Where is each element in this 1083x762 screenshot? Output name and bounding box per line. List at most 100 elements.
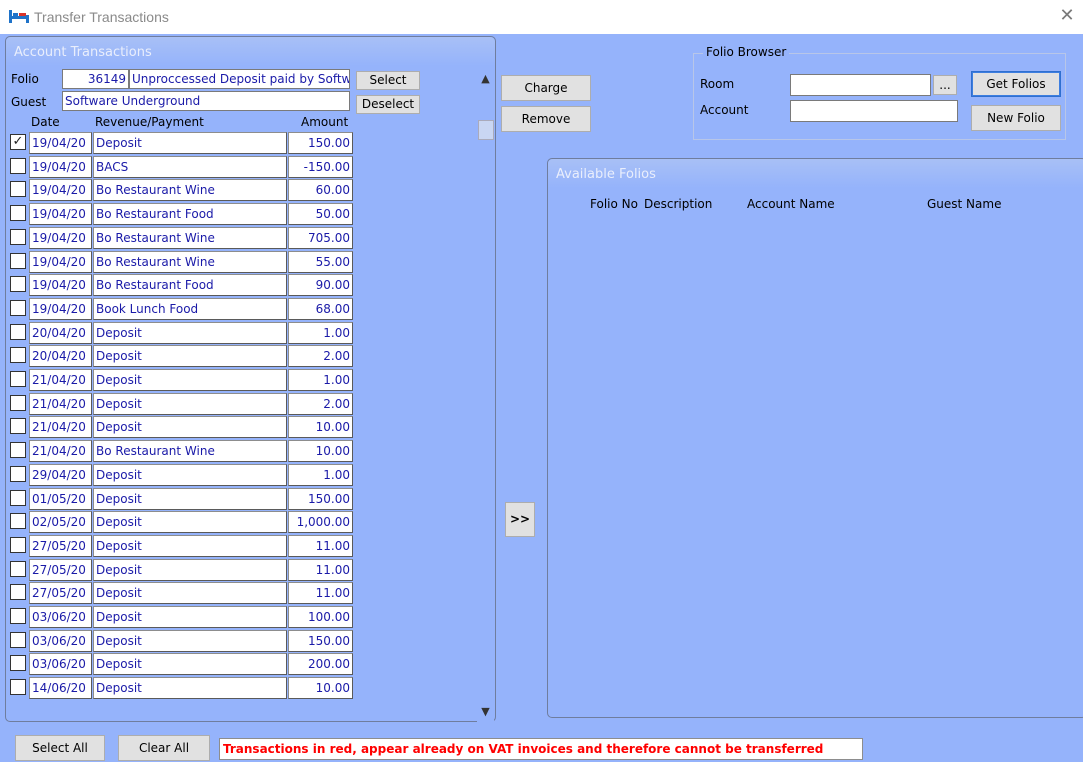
account-label: Account — [700, 103, 749, 117]
table-row[interactable]: 19/04/20 BACS -150.00 — [8, 155, 353, 179]
table-row[interactable]: 19/04/20 Bo Restaurant Food 50.00 — [8, 203, 353, 226]
row-date: 20/04/20 — [29, 321, 92, 344]
table-row[interactable]: 21/04/20 Deposit 2.00 — [8, 392, 353, 416]
column-header-date: Date — [31, 115, 60, 129]
new-folio-button[interactable]: New Folio — [971, 105, 1061, 131]
row-description: Bo Restaurant Wine — [93, 440, 287, 463]
table-row[interactable]: 27/05/20 Deposit 11.00 — [8, 558, 353, 582]
row-checkbox[interactable] — [10, 465, 26, 482]
row-checkbox[interactable] — [10, 608, 26, 624]
row-date: 19/04/20 — [29, 179, 92, 202]
row-description: Bo Restaurant Food — [93, 203, 287, 226]
row-checkbox[interactable] — [10, 442, 26, 459]
column-header-amount: Amount — [301, 115, 349, 129]
table-row[interactable]: 19/04/20 Bo Restaurant Wine 55.00 — [8, 250, 353, 274]
column-header-folio-no: Folio No — [590, 197, 638, 211]
deselect-button[interactable]: Deselect — [356, 95, 420, 114]
row-checkbox[interactable] — [10, 205, 26, 222]
table-row[interactable]: 21/04/20 Deposit 1.00 — [8, 369, 353, 392]
row-checkbox[interactable] — [10, 323, 26, 340]
row-amount: 68.00 — [288, 297, 353, 320]
row-description: Deposit — [93, 132, 287, 154]
row-description: BACS — [93, 155, 287, 178]
column-header-description: Description — [644, 197, 713, 211]
table-row[interactable]: 19/04/20 Bo Restaurant Wine 60.00 — [8, 179, 353, 202]
row-checkbox[interactable] — [10, 418, 26, 435]
row-checkbox[interactable]: ✓ — [10, 134, 26, 150]
row-checkbox[interactable] — [10, 228, 26, 245]
table-row[interactable]: 29/04/20 Deposit 1.00 — [8, 463, 353, 487]
row-checkbox[interactable] — [10, 584, 26, 601]
row-amount: 60.00 — [288, 179, 353, 202]
row-date: 21/04/20 — [29, 392, 92, 415]
row-checkbox[interactable] — [10, 299, 26, 316]
row-date: 03/06/20 — [29, 629, 92, 652]
table-row[interactable]: 20/04/20 Deposit 2.00 — [8, 345, 353, 368]
table-row[interactable]: 03/06/20 Deposit 200.00 — [8, 653, 353, 676]
row-date: 29/04/20 — [29, 463, 92, 486]
row-checkbox[interactable] — [10, 655, 26, 672]
table-row[interactable]: 21/04/20 Bo Restaurant Wine 10.00 — [8, 440, 353, 463]
select-button[interactable]: Select — [356, 71, 420, 90]
table-row[interactable]: 20/04/20 Deposit 1.00 — [8, 321, 353, 345]
row-amount: 200.00 — [288, 653, 353, 676]
room-input[interactable] — [790, 74, 931, 96]
guest-name-field: Software Underground — [62, 91, 350, 111]
table-row[interactable]: 19/04/20 Bo Restaurant Wine 705.00 — [8, 226, 353, 250]
row-date: 21/04/20 — [29, 369, 92, 391]
row-date: 03/06/20 — [29, 653, 92, 676]
column-header-account-name: Account Name — [747, 197, 835, 211]
table-row[interactable]: 27/05/20 Deposit 11.00 — [8, 582, 353, 605]
vertical-scrollbar[interactable]: ▲ ▼ — [477, 68, 494, 722]
row-checkbox[interactable] — [10, 181, 26, 198]
select-all-button[interactable]: Select All — [15, 735, 105, 761]
row-checkbox[interactable] — [10, 536, 26, 553]
charge-button[interactable]: Charge — [501, 75, 591, 101]
table-row[interactable]: 03/06/20 Deposit 100.00 — [8, 606, 353, 629]
row-amount: 11.00 — [288, 534, 353, 557]
table-row[interactable]: 19/04/20 Book Lunch Food 68.00 — [8, 297, 353, 321]
row-checkbox[interactable] — [10, 489, 26, 506]
row-checkbox[interactable] — [10, 276, 26, 293]
row-description: Deposit — [93, 463, 287, 486]
table-row[interactable]: ✓ 19/04/20 Deposit 150.00 — [8, 132, 353, 155]
row-checkbox[interactable] — [10, 371, 26, 387]
row-amount: 1.00 — [288, 321, 353, 344]
table-row[interactable]: 19/04/20 Bo Restaurant Food 90.00 — [8, 274, 353, 297]
row-checkbox[interactable] — [10, 157, 26, 174]
table-row[interactable]: 03/06/20 Deposit 150.00 — [8, 629, 353, 653]
row-date: 19/04/20 — [29, 297, 92, 320]
table-row[interactable]: 21/04/20 Deposit 10.00 — [8, 416, 353, 439]
row-amount: 10.00 — [288, 416, 353, 439]
table-row[interactable]: 27/05/20 Deposit 11.00 — [8, 534, 353, 558]
row-amount: 2.00 — [288, 392, 353, 415]
row-checkbox[interactable] — [10, 631, 26, 648]
scroll-up-icon[interactable]: ▲ — [477, 70, 494, 87]
row-checkbox[interactable] — [10, 347, 26, 364]
row-date: 19/04/20 — [29, 250, 92, 273]
close-icon[interactable]: ✕ — [1057, 6, 1077, 26]
remove-button[interactable]: Remove — [501, 106, 591, 132]
get-folios-button[interactable]: Get Folios — [971, 71, 1061, 97]
folio-label: Folio — [11, 72, 39, 86]
row-checkbox[interactable] — [10, 560, 26, 577]
table-row[interactable]: 01/05/20 Deposit 150.00 — [8, 487, 353, 511]
scroll-thumb[interactable] — [478, 120, 494, 140]
table-row[interactable]: 02/05/20 Deposit 1,000.00 — [8, 511, 353, 534]
row-description: Deposit — [93, 345, 287, 368]
account-input[interactable] — [790, 100, 958, 122]
row-description: Deposit — [93, 558, 287, 581]
table-row[interactable]: 14/06/20 Deposit 10.00 — [8, 677, 353, 700]
row-checkbox[interactable] — [10, 679, 26, 696]
row-checkbox[interactable] — [10, 394, 26, 411]
row-checkbox[interactable] — [10, 252, 26, 269]
row-description: Bo Restaurant Wine — [93, 226, 287, 249]
scroll-down-icon[interactable]: ▼ — [477, 703, 494, 720]
row-description: Deposit — [93, 321, 287, 344]
row-checkbox[interactable] — [10, 513, 26, 530]
transfer-button[interactable]: >> — [505, 502, 535, 537]
room-browse-button[interactable]: ... — [933, 75, 957, 95]
row-amount: 1.00 — [288, 369, 353, 391]
row-amount: 150.00 — [288, 132, 353, 154]
clear-all-button[interactable]: Clear All — [118, 735, 210, 761]
